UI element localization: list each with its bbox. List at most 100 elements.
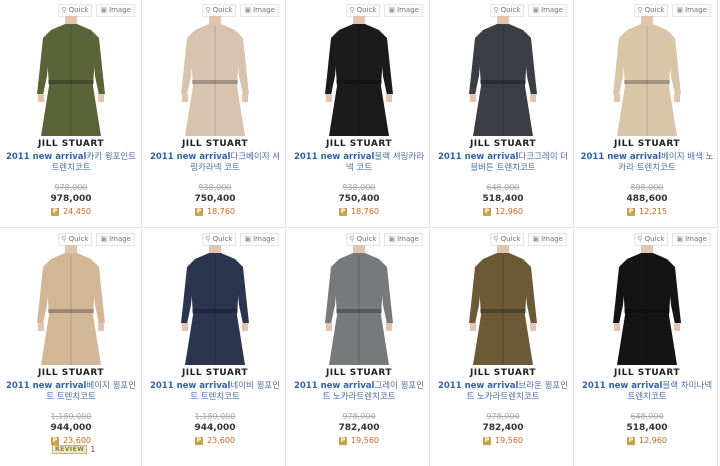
product-name-prefix: 2011 new arrival	[293, 381, 375, 391]
review-count: 1	[90, 445, 96, 454]
brand-name: JILL STUART	[613, 368, 681, 378]
reward-points: P 18,760	[288, 207, 430, 216]
product-image[interactable]	[432, 16, 574, 140]
points-icon: P	[483, 436, 491, 445]
image-icon: ▣	[532, 6, 540, 14]
image-label: Image	[109, 235, 131, 243]
product-card[interactable]: ⚲ Quick ▣ Image JILL STUART 2011 new arr…	[432, 0, 574, 228]
coat-mannequin-image	[181, 245, 249, 365]
product-name-link[interactable]: 2011 new arrival베이지 윙포인트 트렌치코트	[4, 381, 138, 403]
quick-label: Quick	[356, 6, 377, 14]
product-image[interactable]	[144, 245, 286, 369]
review-badge[interactable]: REVIEW 1	[52, 445, 95, 454]
product-grid: ⚲ Quick ▣ Image JILL STUART 2011 new arr…	[0, 0, 720, 466]
product-name-prefix: 2011 new arrival	[149, 381, 231, 391]
points-value: 18,760	[351, 207, 379, 216]
product-card[interactable]: ⚲ Quick ▣ Image JILL STUART 2011 new arr…	[0, 229, 142, 466]
product-name-link[interactable]: 2011 new arrival네이비 윙포인트 트렌치코트	[148, 381, 282, 403]
mannequin-left-hand	[38, 323, 44, 331]
brand-name: JILL STUART	[37, 368, 105, 378]
product-card[interactable]: ⚲ Quick ▣ Image JILL STUART 2011 new arr…	[144, 0, 286, 228]
product-card[interactable]: ⚲ Quick ▣ Image JILL STUART 2011 new arr…	[288, 0, 430, 228]
image-icon: ▣	[532, 235, 540, 243]
sale-price: 944,000	[194, 423, 236, 433]
reward-points: P 12,215	[576, 207, 718, 216]
product-card[interactable]: ⚲ Quick ▣ Image JILL STUART 2011 new arr…	[576, 229, 718, 466]
product-card[interactable]: ⚲ Quick ▣ Image JILL STUART 2011 new arr…	[0, 0, 142, 228]
search-icon: ⚲	[61, 235, 67, 243]
quick-label: Quick	[500, 6, 521, 14]
image-label: Image	[253, 235, 275, 243]
coat-mannequin-image	[181, 16, 249, 136]
quick-label: Quick	[500, 235, 521, 243]
search-icon: ⚲	[493, 6, 499, 14]
mannequin-right-hand	[386, 323, 392, 331]
quick-label: Quick	[68, 235, 89, 243]
product-card[interactable]: ⚲ Quick ▣ Image JILL STUART 2011 new arr…	[576, 0, 718, 228]
product-name-link[interactable]: 2011 new arrival베이지 배색 노카라 트렌치코트	[580, 152, 714, 174]
product-card[interactable]: ⚲ Quick ▣ Image JILL STUART 2011 new arr…	[432, 229, 574, 466]
product-name-prefix: 2011 new arrival	[149, 152, 231, 162]
product-image[interactable]	[432, 245, 574, 369]
mannequin-left-hand	[614, 323, 620, 331]
mannequin-right-hand	[674, 94, 680, 102]
points-value: 23,600	[207, 436, 235, 445]
image-icon: ▣	[100, 235, 108, 243]
search-icon: ⚲	[349, 235, 355, 243]
image-icon: ▣	[676, 235, 684, 243]
reward-points: P 24,450	[0, 207, 142, 216]
product-image[interactable]	[0, 245, 142, 369]
sale-price: 782,400	[482, 423, 524, 433]
product-name-link[interactable]: 2011 new arrival블랙 차이나넥 트렌치코트	[580, 381, 714, 403]
brand-name: JILL STUART	[181, 368, 249, 378]
coat-mannequin-image	[469, 16, 537, 136]
quick-label: Quick	[212, 6, 233, 14]
product-image[interactable]	[288, 245, 430, 369]
points-value: 12,960	[495, 207, 523, 216]
product-image[interactable]	[576, 16, 718, 140]
coat-mannequin-image	[325, 16, 393, 136]
brand-name: JILL STUART	[181, 139, 249, 149]
points-icon: P	[51, 207, 59, 216]
sale-price: 944,000	[50, 423, 92, 433]
mannequin-right-hand	[98, 94, 104, 102]
points-value: 18,760	[207, 207, 235, 216]
points-value: 24,450	[63, 207, 91, 216]
sale-price: 750,400	[338, 194, 380, 204]
sale-price: 518,400	[482, 194, 524, 204]
product-name-link[interactable]: 2011 new arrival그레이 윙포인트 노카라트렌치코트	[292, 381, 426, 403]
product-name-link[interactable]: 2011 new arrival블랙 셔링카라넥 코트	[292, 152, 426, 174]
product-name-link[interactable]: 2011 new arrival카키 윙포인트 트렌치코트	[4, 152, 138, 174]
sale-price: 518,400	[626, 423, 668, 433]
image-label: Image	[397, 235, 419, 243]
mannequin-left-hand	[326, 94, 332, 102]
points-icon: P	[339, 207, 347, 216]
reward-points: P 12,960	[576, 436, 718, 445]
mannequin-right-hand	[674, 323, 680, 331]
brand-name: JILL STUART	[469, 368, 537, 378]
search-icon: ⚲	[205, 235, 211, 243]
coat-mannequin-image	[613, 245, 681, 365]
product-card[interactable]: ⚲ Quick ▣ Image JILL STUART 2011 new arr…	[288, 229, 430, 466]
original-price: 978,000	[54, 183, 88, 192]
sale-price: 782,400	[338, 423, 380, 433]
original-price: 978,000	[486, 412, 520, 421]
product-image[interactable]	[576, 245, 718, 369]
reward-points: P 18,760	[144, 207, 286, 216]
product-name-prefix: 2011 new arrival	[437, 152, 519, 162]
original-price: 898,000	[630, 183, 664, 192]
coat-mannequin-image	[37, 245, 105, 365]
mannequin-left-hand	[326, 323, 332, 331]
product-name-link[interactable]: 2011 new arrival다크베이지 셔링카라넥 코트	[148, 152, 282, 174]
product-name-link[interactable]: 2011 new arrival다크그레이 더블버튼 트렌치코트	[436, 152, 570, 174]
product-card[interactable]: ⚲ Quick ▣ Image JILL STUART 2011 new arr…	[144, 229, 286, 466]
brand-name: JILL STUART	[469, 139, 537, 149]
points-icon: P	[627, 436, 635, 445]
product-image[interactable]	[288, 16, 430, 140]
review-tag: REVIEW	[52, 445, 88, 454]
product-image[interactable]	[0, 16, 142, 140]
points-icon: P	[627, 207, 635, 216]
product-image[interactable]	[144, 16, 286, 140]
image-icon: ▣	[100, 6, 108, 14]
product-name-link[interactable]: 2011 new arrival브라운 윙포인트 노카라트렌치코트	[436, 381, 570, 403]
